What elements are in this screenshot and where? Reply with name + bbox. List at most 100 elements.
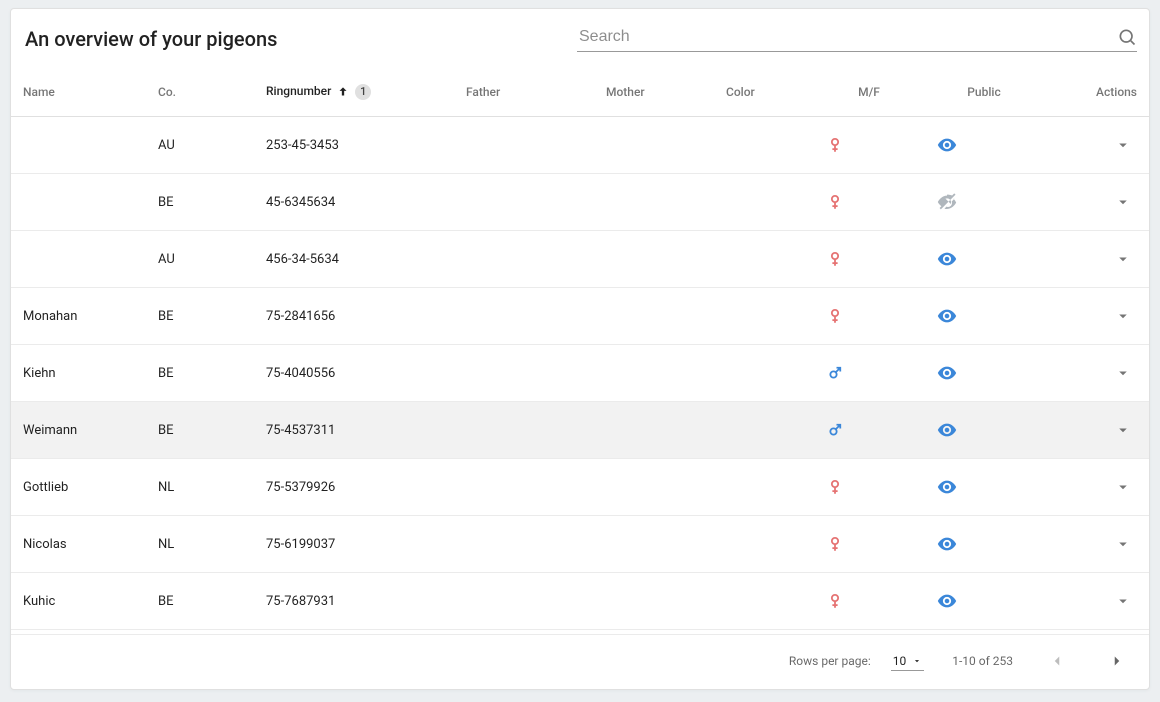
- pigeon-table: Name Co. Ringnumber 1 Father Mother Colo…: [11, 66, 1149, 634]
- col-header-actions: Actions: [1044, 66, 1149, 117]
- eye-icon[interactable]: [936, 590, 1032, 612]
- cell-father: [454, 345, 594, 402]
- table-row[interactable]: WeimannBE75-4537311: [11, 402, 1149, 459]
- col-header-public[interactable]: Public: [924, 66, 1044, 117]
- chevron-down-icon: [1114, 136, 1132, 154]
- eye-icon[interactable]: [936, 248, 1032, 270]
- female-icon: [826, 250, 912, 268]
- cell-public: [924, 345, 1044, 402]
- table-row[interactable]: AU253-45-3453: [11, 117, 1149, 174]
- col-header-co[interactable]: Co.: [146, 66, 254, 117]
- col-header-name[interactable]: Name: [11, 66, 146, 117]
- male-icon: [826, 421, 912, 439]
- cell-co: BE: [146, 402, 254, 459]
- card-header: An overview of your pigeons: [11, 9, 1149, 66]
- cell-color: [714, 345, 814, 402]
- cell-sex: [814, 459, 924, 516]
- table-row[interactable]: KiehnBE75-4040556: [11, 345, 1149, 402]
- table-row[interactable]: BE45-6345634: [11, 174, 1149, 231]
- eye-icon[interactable]: [936, 134, 1032, 156]
- cell-ring: 75-4537311: [254, 402, 454, 459]
- cell-sex: [814, 288, 924, 345]
- cell-mother: [594, 573, 714, 630]
- cell-color: [714, 516, 814, 573]
- page-range-text: 1-10 of 253: [952, 654, 1013, 668]
- expand-row-button[interactable]: [1109, 473, 1137, 501]
- chevron-down-icon: [1114, 250, 1132, 268]
- cell-name: [11, 174, 146, 231]
- cell-father: [454, 516, 594, 573]
- cell-mother: [594, 117, 714, 174]
- cell-color: [714, 402, 814, 459]
- cell-actions: [1044, 174, 1149, 231]
- expand-row-button[interactable]: [1109, 131, 1137, 159]
- expand-row-button[interactable]: [1109, 416, 1137, 444]
- expand-row-button[interactable]: [1109, 530, 1137, 558]
- cell-father: [454, 573, 594, 630]
- eye-icon[interactable]: [936, 419, 1032, 441]
- search-input[interactable]: [577, 27, 1109, 47]
- cell-color: [714, 117, 814, 174]
- expand-row-button[interactable]: [1109, 188, 1137, 216]
- cell-actions: [1044, 459, 1149, 516]
- table-container: Name Co. Ringnumber 1 Father Mother Colo…: [11, 66, 1149, 634]
- table-row[interactable]: NicolasNL75-6199037: [11, 516, 1149, 573]
- table-row[interactable]: GottliebNL75-5379926: [11, 459, 1149, 516]
- cell-actions: [1044, 288, 1149, 345]
- expand-row-button[interactable]: [1109, 302, 1137, 330]
- cell-name: Gottlieb: [11, 459, 146, 516]
- cell-name: Kiehn: [11, 345, 146, 402]
- col-header-father[interactable]: Father: [454, 66, 594, 117]
- chevron-down-icon: [1114, 307, 1132, 325]
- cell-sex: [814, 573, 924, 630]
- cell-color: [714, 459, 814, 516]
- expand-row-button[interactable]: [1109, 359, 1137, 387]
- cell-public: [924, 174, 1044, 231]
- table-row[interactable]: MonahanBE75-2841656: [11, 288, 1149, 345]
- rows-per-page-select[interactable]: 10: [891, 652, 925, 671]
- female-icon: [826, 592, 912, 610]
- cell-name: Monahan: [11, 288, 146, 345]
- cell-actions: [1044, 117, 1149, 174]
- table-row[interactable]: KuhicBE75-7687931: [11, 573, 1149, 630]
- expand-row-button[interactable]: [1109, 245, 1137, 273]
- eye-icon[interactable]: [936, 476, 1032, 498]
- female-icon: [826, 478, 912, 496]
- chevron-down-icon: [1114, 193, 1132, 211]
- cell-co: BE: [146, 288, 254, 345]
- cell-co: AU: [146, 117, 254, 174]
- prev-page-button[interactable]: [1041, 645, 1073, 677]
- pigeon-table-card: An overview of your pigeons Name: [10, 8, 1150, 690]
- table-row[interactable]: AU456-34-5634: [11, 231, 1149, 288]
- cell-name: [11, 117, 146, 174]
- rows-per-page-value: 10: [893, 654, 907, 668]
- cell-ring: 45-6345634: [254, 174, 454, 231]
- male-icon: [826, 364, 912, 382]
- col-header-ring[interactable]: Ringnumber 1: [254, 66, 454, 117]
- rows-per-page: Rows per page: 10: [789, 652, 924, 671]
- cell-public: [924, 516, 1044, 573]
- next-page-button[interactable]: [1101, 645, 1133, 677]
- cell-co: AU: [146, 231, 254, 288]
- cell-ring: 253-45-3453: [254, 117, 454, 174]
- cell-mother: [594, 345, 714, 402]
- cell-public: [924, 402, 1044, 459]
- cell-father: [454, 459, 594, 516]
- eye-icon[interactable]: [936, 362, 1032, 384]
- col-header-sex[interactable]: M/F: [814, 66, 924, 117]
- search-field[interactable]: [577, 27, 1137, 52]
- eye-off-icon[interactable]: [936, 191, 1032, 213]
- eye-icon[interactable]: [936, 305, 1032, 327]
- cell-father: [454, 117, 594, 174]
- col-header-mother[interactable]: Mother: [594, 66, 714, 117]
- cell-actions: [1044, 345, 1149, 402]
- expand-row-button[interactable]: [1109, 587, 1137, 615]
- col-header-color[interactable]: Color: [714, 66, 814, 117]
- chevron-down-icon: [1114, 478, 1132, 496]
- cell-color: [714, 288, 814, 345]
- chevron-left-icon: [1048, 652, 1066, 670]
- eye-icon[interactable]: [936, 533, 1032, 555]
- cell-sex: [814, 117, 924, 174]
- cell-sex: [814, 345, 924, 402]
- cell-actions: [1044, 402, 1149, 459]
